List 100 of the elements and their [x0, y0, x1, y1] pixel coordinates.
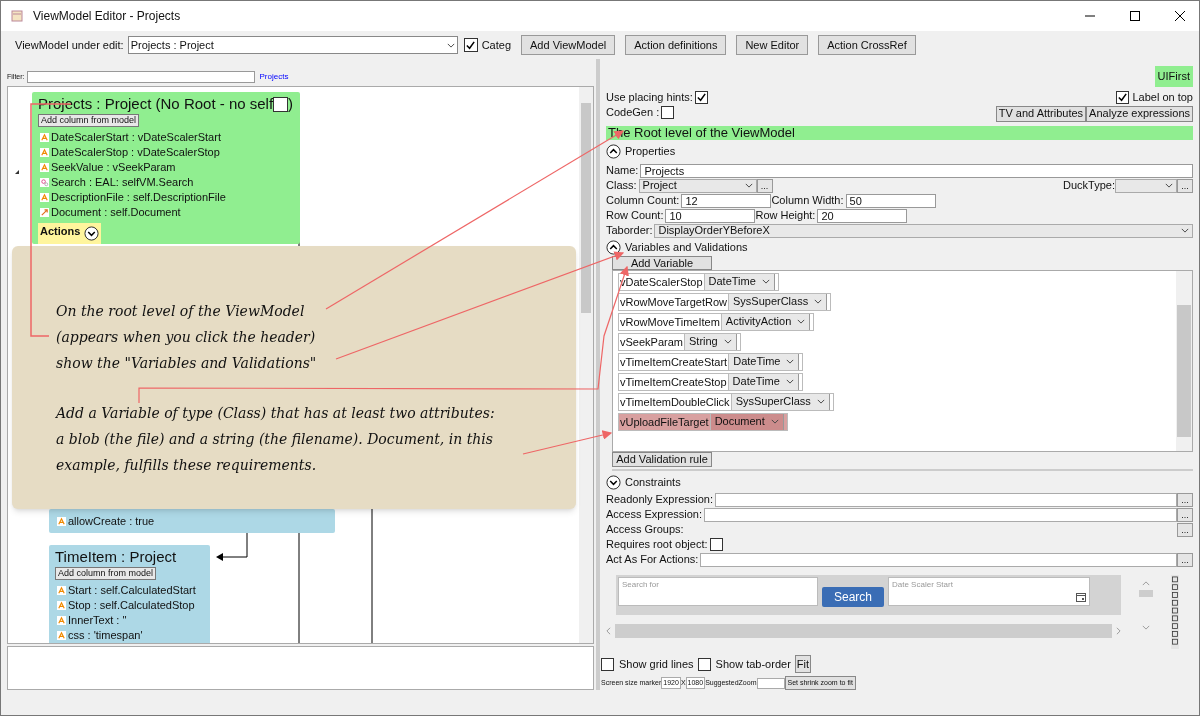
ellipsis-button[interactable]: ...	[1177, 492, 1193, 507]
calendar-icon[interactable]	[1076, 591, 1086, 602]
type-dropdown[interactable]: DateTime	[727, 373, 798, 390]
add-column-button[interactable]: Add column from model	[55, 567, 157, 580]
add-variable-button[interactable]: Add Variable	[612, 255, 712, 270]
text-field[interactable]: 12	[681, 193, 772, 208]
checkbox[interactable]	[697, 657, 711, 671]
taborder-dropdown[interactable]: DisplayOrderYBeforeX	[654, 223, 1193, 238]
type-dropdown[interactable]: DateTime	[703, 273, 774, 290]
checkbox[interactable]	[463, 38, 478, 52]
note-text: a blob (the file) and a string (the filename). Document, in this	[56, 430, 493, 449]
note-text: (appears when you click the header)	[56, 328, 316, 347]
checkbox[interactable]	[661, 106, 675, 119]
scroll-thumb[interactable]	[1177, 304, 1191, 437]
variable-row[interactable]: vSeekParam String	[618, 332, 741, 351]
field-label: Readonly Expression:	[606, 493, 714, 506]
checkbox[interactable]	[1116, 91, 1130, 104]
checkbox[interactable]	[273, 96, 289, 112]
checkbox[interactable]	[694, 91, 708, 104]
checkbox[interactable]	[709, 538, 723, 551]
class-dropdown[interactable]: Project	[638, 178, 757, 193]
text-field[interactable]: 10	[665, 208, 756, 223]
column-entry[interactable]: Stop : self.CalculatedStop	[68, 597, 195, 614]
variable-row[interactable]: vRowMoveTimeItem ActivityAction	[618, 312, 815, 331]
column-entry[interactable]: InnerText : ''	[68, 612, 127, 629]
zoom-field[interactable]	[756, 677, 785, 689]
type-dropdown[interactable]: SysSuperClass	[728, 293, 827, 310]
toolbar-button[interactable]: Add ViewModel	[521, 35, 616, 55]
panel-button[interactable]: TV and Attributes	[995, 105, 1087, 122]
scroll-thumb[interactable]	[581, 103, 591, 313]
add-column-button[interactable]: Add column from model	[38, 114, 140, 127]
note-text: On the root level of the ViewModel	[56, 302, 305, 321]
column-entry[interactable]: SeekValue : vSeekParam	[51, 159, 176, 176]
projects-link[interactable]: Projects	[259, 71, 289, 83]
scroll-thumb[interactable]	[615, 623, 1112, 638]
note-text: example, fulfills these requirements.	[56, 456, 317, 475]
tree-expander-icon[interactable]	[15, 170, 19, 174]
section-title[interactable]: Constraints	[625, 474, 681, 491]
filter-field[interactable]	[26, 71, 255, 83]
toolbar-button[interactable]: Action definitions	[625, 35, 727, 55]
column-entry[interactable]: Search : EAL: selfVM.Search	[51, 174, 194, 191]
type-dropdown[interactable]: ActivityAction	[720, 313, 810, 330]
close-icon[interactable]	[1175, 11, 1185, 21]
viewmodel-dropdown[interactable]: Projects : Project	[127, 36, 458, 54]
caret-icon	[744, 183, 753, 188]
scrollbar[interactable]	[1176, 270, 1192, 451]
text-field[interactable]: Projects	[640, 163, 1193, 178]
type-dropdown[interactable]: DateTime	[728, 353, 799, 370]
ellipsis-button[interactable]: ...	[1177, 552, 1193, 567]
column-entry[interactable]: Start : self.CalculatedStart	[68, 582, 196, 599]
expression-field[interactable]	[700, 552, 1177, 567]
fit-button[interactable]: Fit	[794, 655, 812, 673]
column-entry[interactable]: css : 'timespan'	[68, 627, 143, 643]
panel-button[interactable]: Analyze expressions	[1086, 105, 1193, 122]
variable-name[interactable]: vUploadFileTarget	[619, 413, 710, 430]
toolbar-button[interactable]: New Editor	[736, 35, 809, 55]
toolbar-button[interactable]: Action CrossRef	[818, 35, 916, 55]
collapse-icon[interactable]	[606, 240, 621, 255]
search-button[interactable]: Search	[822, 586, 884, 607]
checkbox[interactable]	[601, 657, 614, 671]
viewmodel-card[interactable]: allowCreate : true	[49, 509, 335, 533]
text-field[interactable]: 50	[845, 193, 936, 208]
variable-row[interactable]: vDateScalerStop DateTime	[618, 272, 779, 291]
column-entry[interactable]: Document : self.Document	[51, 204, 181, 221]
variable-row[interactable]: vRowMoveTargetRow SysSuperClass	[618, 292, 832, 311]
type-dropdown[interactable]: Document	[709, 413, 783, 430]
column-entry[interactable]: allowCreate : true	[68, 513, 155, 530]
caret-icon	[770, 419, 779, 424]
viewmodel-card[interactable]	[32, 92, 300, 244]
card-title[interactable]: TimeItem : Project	[55, 547, 177, 567]
viewmodel-card[interactable]: TimeItem : Project Add column from model Start : self.CalculatedStart Stop : self.CalculatedStop InnerText : '' css : 'timespan'	[49, 545, 210, 643]
variable-row[interactable]: vTimeItemCreateStart DateTime	[618, 352, 804, 371]
collapse-icon[interactable]	[606, 144, 621, 159]
card-title[interactable]: Projects : Project (No Root - no self	[38, 94, 274, 114]
scroll-thumb[interactable]	[1139, 589, 1153, 597]
actions-label: Actions	[40, 224, 81, 239]
ellipsis-button[interactable]: ...	[1177, 507, 1193, 522]
scrollbar[interactable]	[579, 87, 593, 643]
column-entry[interactable]: DateScalerStop : vDateScalerStop	[51, 144, 220, 161]
column-entry[interactable]: DescriptionFile : self.DescriptionFile	[51, 189, 226, 206]
variable-row[interactable]: vUploadFileTarget Document	[618, 412, 788, 431]
section-title[interactable]: Variables and Validations	[625, 239, 748, 256]
ellipsis-button[interactable]: ...	[1177, 178, 1193, 193]
expand-icon[interactable]	[84, 226, 100, 241]
expression-field[interactable]	[704, 507, 1177, 522]
type-dropdown[interactable]: SysSuperClass	[730, 393, 829, 410]
expression-field[interactable]	[715, 492, 1177, 507]
expand-icon[interactable]	[606, 475, 621, 490]
maximize-icon[interactable]	[1130, 11, 1140, 21]
uifirst-badge[interactable]: UIFirst	[1154, 66, 1193, 87]
column-entry[interactable]: DateScalerStart : vDateScalerStart	[51, 129, 221, 146]
type-dropdown[interactable]: String	[684, 333, 736, 350]
attribute-icon	[40, 193, 49, 202]
section-title[interactable]: Properties	[625, 143, 676, 160]
caret-icon	[785, 379, 794, 384]
toolbox-drawing[interactable]	[1171, 574, 1179, 649]
ellipsis-button[interactable]: ...	[1177, 522, 1193, 537]
text-field[interactable]: 20	[817, 208, 908, 223]
variable-row[interactable]: vTimeItemCreateStop DateTime	[618, 372, 803, 391]
variable-row[interactable]: vTimeItemDoubleClick SysSuperClass	[618, 392, 834, 411]
